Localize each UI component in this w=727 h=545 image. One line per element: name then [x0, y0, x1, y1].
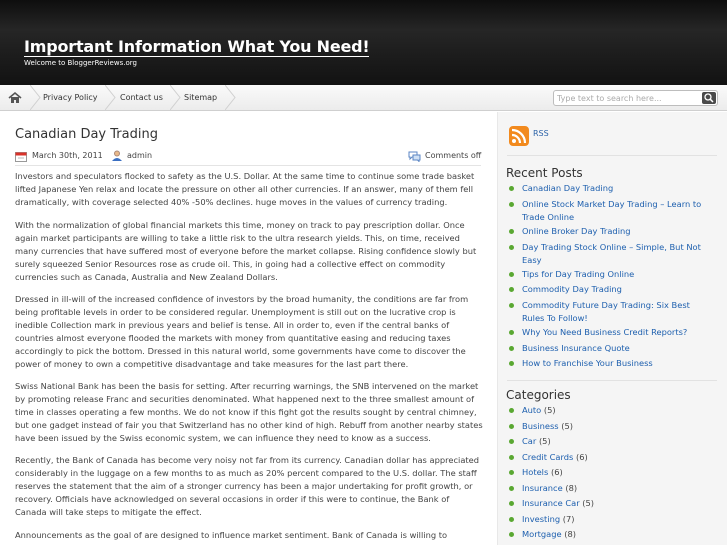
category-link[interactable]: Mortgage (8)	[507, 528, 712, 541]
category-link[interactable]: Credit Cards (6)	[507, 451, 712, 464]
title-divider	[24, 56, 369, 57]
nav-separator	[170, 85, 181, 110]
site-title[interactable]: Important Information What You Need!	[24, 37, 370, 56]
bullet	[509, 229, 514, 234]
bullet	[509, 346, 514, 351]
search-icon	[704, 93, 714, 103]
bullet	[509, 361, 514, 366]
recent-post-link[interactable]: Commodity Day Trading	[507, 283, 712, 296]
bullet	[509, 470, 514, 475]
category-link[interactable]: Investing (7)	[507, 513, 712, 526]
nav-separator	[225, 85, 236, 110]
category-link[interactable]: Insurance Car (5)	[507, 497, 712, 510]
nav-privacy-policy[interactable]: Privacy Policy	[43, 85, 98, 110]
calendar-icon	[15, 152, 27, 162]
bullet	[509, 272, 514, 277]
bullet	[509, 202, 514, 207]
sidebar-divider	[507, 380, 717, 381]
bullet	[509, 501, 514, 506]
nav-separator	[30, 85, 41, 110]
post-date: March 30th, 2011	[32, 151, 103, 160]
bullet	[509, 486, 514, 491]
bullet	[509, 532, 514, 537]
recent-post-link[interactable]: Canadian Day Trading	[507, 182, 712, 195]
post-divider	[15, 165, 481, 166]
post-paragraph: Recently, the Bank of Canada has become …	[15, 455, 480, 517]
home-icon	[8, 91, 22, 103]
bullet	[509, 330, 514, 335]
site-description: Welcome to BloggerReviews.org	[24, 59, 137, 67]
nav-separator	[105, 85, 116, 110]
recent-post-link[interactable]: Day Trading Stock Online – Simple, But N…	[507, 241, 712, 266]
bullet	[509, 439, 514, 444]
rss-icon[interactable]	[509, 126, 529, 146]
search-button[interactable]	[702, 92, 716, 104]
nav-home[interactable]	[0, 85, 30, 110]
post-paragraph: Announcements as the goal of are designe…	[15, 530, 448, 540]
category-link[interactable]: Hotels (6)	[507, 466, 712, 479]
post-title[interactable]: Canadian Day Trading	[15, 127, 158, 142]
bullet	[509, 455, 514, 460]
post-author[interactable]: admin	[127, 151, 152, 160]
author-icon	[112, 150, 122, 161]
bullet	[509, 517, 514, 522]
search-form	[553, 90, 718, 106]
category-link[interactable]: Insurance (8)	[507, 482, 712, 495]
post-paragraph: Investors and speculators flocked to saf…	[15, 171, 475, 207]
post-paragraph: With the normalization of global financi…	[15, 220, 477, 282]
recent-post-link[interactable]: How to Franchise Your Business	[507, 357, 712, 370]
search-input[interactable]	[557, 92, 697, 104]
bullet	[509, 186, 514, 191]
bullet	[509, 408, 514, 413]
recent-post-link[interactable]: Commodity Future Day Trading: Six Best R…	[507, 299, 712, 324]
category-link[interactable]: Auto (5)	[507, 404, 712, 417]
sidebar-divider	[507, 155, 717, 156]
recent-post-link[interactable]: Business Insurance Quote	[507, 342, 712, 355]
bullet	[509, 424, 514, 429]
recent-post-link[interactable]: Why You Need Business Credit Reports?	[507, 326, 712, 339]
categories-heading: Categories	[506, 388, 571, 402]
site-header: Important Information What You Need! Wel…	[0, 0, 727, 85]
nav-sitemap[interactable]: Sitemap	[184, 85, 217, 110]
comments-icon	[408, 151, 421, 162]
post-paragraph: Dressed in ill-will of the increased con…	[15, 294, 469, 369]
post-comments[interactable]: Comments off	[425, 151, 481, 160]
bullet	[509, 303, 514, 308]
recent-post-link[interactable]: Online Stock Market Day Trading – Learn …	[507, 198, 712, 223]
recent-post-link[interactable]: Tips for Day Trading Online	[507, 268, 712, 281]
recent-posts-heading: Recent Posts	[506, 166, 583, 180]
category-link[interactable]: Car (5)	[507, 435, 712, 448]
bullet	[509, 245, 514, 250]
bullet	[509, 287, 514, 292]
post-paragraph: Swiss National Bank has been the basis f…	[15, 381, 483, 443]
rss-link[interactable]: RSS	[533, 129, 549, 138]
nav-contact-us[interactable]: Contact us	[120, 85, 163, 110]
category-link[interactable]: Business (5)	[507, 420, 712, 433]
recent-post-link[interactable]: Online Broker Day Trading	[507, 225, 712, 238]
